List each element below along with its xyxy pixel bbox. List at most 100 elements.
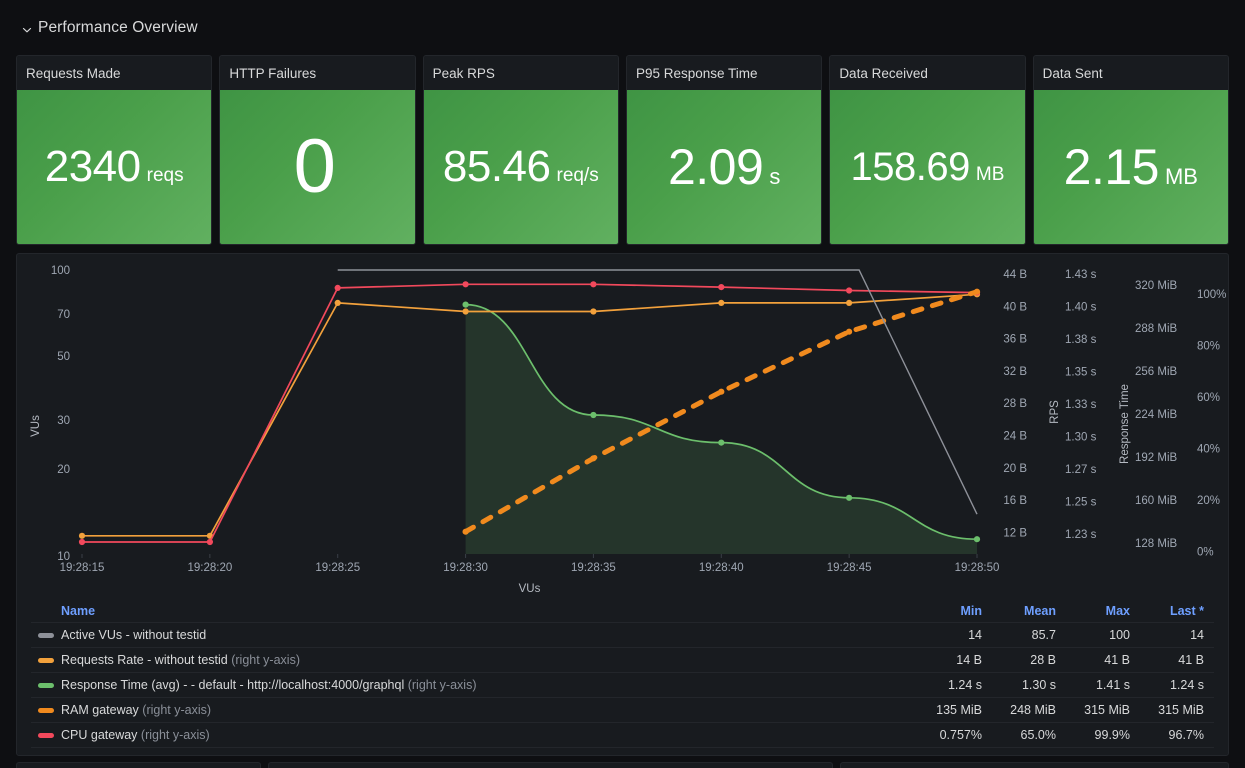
stat-panel-body: 158.69 MB <box>830 90 1025 244</box>
legend-series-name[interactable]: Requests Rate - without testid (right y-… <box>61 653 918 667</box>
x-axis-tick: 19:28:30 <box>443 562 488 574</box>
stat-panel-title: Requests Made <box>17 56 212 90</box>
series-color-swatch-icon[interactable] <box>38 632 54 638</box>
stat-panel-requests-made[interactable]: Requests Made 2340 reqs <box>16 55 213 245</box>
x-axis-tick: 19:28:45 <box>827 562 872 574</box>
legend-column-last[interactable]: Last * <box>1140 604 1214 618</box>
series-color-swatch-icon[interactable] <box>38 657 54 663</box>
right-axis-tick: 160 MiB <box>1135 495 1178 507</box>
legend-value-last: 41 B <box>1178 653 1204 667</box>
series-data-point <box>718 388 725 395</box>
right-axis-tick: 12 B <box>1003 527 1027 539</box>
legend-row[interactable]: Requests Rate - without testid (right y-… <box>31 648 1214 673</box>
legend-series-name[interactable]: CPU gateway (right y-axis) <box>61 728 918 742</box>
series-color-swatch-icon[interactable] <box>38 732 54 738</box>
legend-column-mean[interactable]: Mean <box>992 604 1066 618</box>
legend-series-name[interactable]: RAM gateway (right y-axis) <box>61 703 918 717</box>
legend-axis-note: (right y-axis) <box>227 653 300 667</box>
series-data-point <box>846 494 853 501</box>
legend-column-name[interactable]: Name <box>61 604 918 618</box>
right-axis-tick: 16 B <box>1003 495 1027 507</box>
legend-row[interactable]: CPU gateway (right y-axis) 0.757% 65.0% 99.… <box>31 723 1214 748</box>
next-panel-3[interactable] <box>840 762 1229 768</box>
series-data-point <box>462 281 469 288</box>
stat-value: 0 <box>293 124 336 209</box>
stat-panel-p95-response-time[interactable]: P95 Response Time 2.09 s <box>625 55 823 245</box>
right-axis-tick: 1.30 s <box>1065 432 1097 444</box>
series-area-fill <box>465 304 977 554</box>
graph-legend-table: Name Min Mean Max Last * Active VUs - wi… <box>17 599 1228 748</box>
stat-panel-title: P95 Response Time <box>626 56 822 90</box>
right-axis-tick: 24 B <box>1003 431 1027 443</box>
stat-value: 2340 <box>44 142 141 191</box>
stat-value: 2.15 <box>1063 139 1160 195</box>
series-data-point <box>78 532 86 539</box>
right-axis-tick: 80% <box>1197 341 1220 353</box>
series-data-point <box>462 301 469 308</box>
stat-panel-data-received[interactable]: Data Received 158.69 MB <box>829 55 1026 245</box>
legend-header-row: Name Min Mean Max Last * <box>31 599 1214 623</box>
right-axis-tick: 1.38 s <box>1065 334 1097 346</box>
left-axis-tick: 70 <box>57 309 70 321</box>
right-axis-tick: 256 MiB <box>1135 366 1178 378</box>
right-axis-tick: 40 B <box>1003 301 1027 313</box>
right-axis-tick: 0% <box>1197 547 1214 559</box>
stat-panel-data-sent[interactable]: Data Sent 2.15 MB <box>1032 55 1229 245</box>
stat-panel-title: Peak RPS <box>423 56 618 90</box>
legend-value-min: 14 <box>968 628 982 642</box>
next-panel-1[interactable] <box>16 762 261 768</box>
stat-unit: s <box>769 164 781 189</box>
x-axis-tick: 19:28:50 <box>955 562 1000 574</box>
right-axis-tick: 128 MiB <box>1135 538 1178 550</box>
right-axis-title-response-time: Response Time <box>1119 384 1131 464</box>
series-data-point <box>718 299 725 306</box>
stat-panel-body: 0 <box>220 90 415 244</box>
series-color-swatch-icon[interactable] <box>38 707 54 713</box>
legend-row[interactable]: Active VUs - without testid 14 85.7 100 14 <box>31 623 1214 648</box>
legend-swatch-cell <box>31 732 61 738</box>
legend-value-min: 0.757% <box>939 728 982 742</box>
series-data-point <box>206 538 213 546</box>
timeseries-graph-panel[interactable]: 100 70 50 30 20 10 VUs 19:28:15 19:28:20 19:28:25… <box>16 253 1229 756</box>
stat-panel-title: HTTP Failures <box>220 56 415 90</box>
graph-plot-area[interactable]: 100 70 50 30 20 10 VUs 19:28:15 19:28:20 19:28:25… <box>17 254 1228 599</box>
chevron-down-icon[interactable] <box>22 25 32 35</box>
series-data-point <box>590 308 597 315</box>
legend-value-max: 100 <box>1109 628 1130 642</box>
right-axis-tick: 1.43 s <box>1065 269 1097 281</box>
legend-row[interactable]: RAM gateway (right y-axis) 135 MiB 248 MiB… <box>31 698 1214 723</box>
series-data-point <box>78 538 86 546</box>
stat-panel-http-failures[interactable]: HTTP Failures 0 <box>219 55 416 245</box>
right-axis-tick: 40% <box>1197 444 1220 456</box>
series-data-point <box>462 308 469 315</box>
next-panel-2[interactable] <box>268 762 833 768</box>
stat-panel-row: Requests Made 2340 reqs HTTP Failures 0 … <box>16 55 1229 245</box>
legend-column-max[interactable]: Max <box>1066 604 1140 618</box>
stat-value: 85.46 <box>442 142 551 191</box>
legend-series-name[interactable]: Response Time (avg) - - default - http:/… <box>61 678 918 692</box>
x-axis-tick: 19:28:25 <box>315 562 360 574</box>
stat-panel-peak-rps[interactable]: Peak RPS 85.46 req/s <box>422 55 619 245</box>
stat-panel-body: 85.46 req/s <box>423 90 618 244</box>
legend-value-min: 1.24 s <box>947 678 982 692</box>
legend-series-name[interactable]: Active VUs - without testid <box>61 628 918 642</box>
dashboard-row-header[interactable]: Performance Overview <box>22 19 198 37</box>
right-axis-tick: 20% <box>1197 495 1220 507</box>
stat-value: 158.69 <box>850 145 971 189</box>
legend-value-mean: 85.7 <box>1031 628 1056 642</box>
x-axis-title: VUs <box>519 583 541 595</box>
legend-value-mean: 248 MiB <box>1010 703 1056 717</box>
stat-unit: MB <box>1164 164 1198 189</box>
left-axis-tick: 100 <box>51 265 70 277</box>
series-data-point <box>590 411 597 419</box>
legend-column-min[interactable]: Min <box>918 604 992 618</box>
right-axis-tick: 60% <box>1197 392 1220 404</box>
stat-unit: req/s <box>556 165 599 186</box>
series-data-point <box>973 536 981 543</box>
stat-panel-body: 2.15 MB <box>1033 90 1228 244</box>
series-color-swatch-icon[interactable] <box>38 682 54 688</box>
legend-row[interactable]: Response Time (avg) - - default - http:/… <box>31 673 1214 698</box>
series-data-point <box>334 299 341 306</box>
legend-value-mean: 28 B <box>1030 653 1056 667</box>
right-axis-tick: 100% <box>1197 289 1226 301</box>
